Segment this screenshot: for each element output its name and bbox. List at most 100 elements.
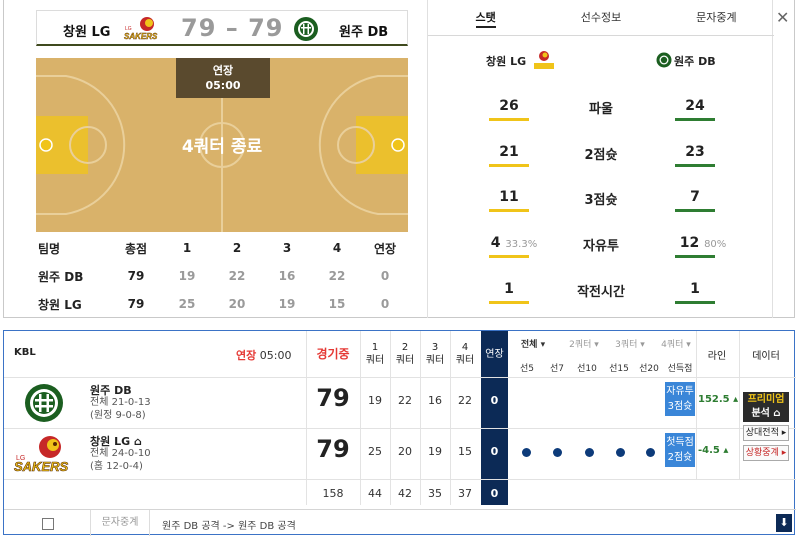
first5-dot (522, 448, 531, 457)
tab-stats[interactable]: 스탯 (428, 0, 543, 35)
head-to-head-button[interactable]: 상대전적 ▸ (743, 425, 789, 441)
q1-total: 44 (368, 487, 382, 500)
away-ft-made: 12 (679, 235, 700, 251)
table-header-row: 팀명 총점 1 2 3 4 연장 (36, 234, 408, 262)
premium-analysis-button[interactable]: 프리미엄 분석 ⌂ (743, 392, 789, 422)
first15-dot (616, 448, 625, 457)
filter-q3-dropdown[interactable]: 3쿼터 ▾ (610, 337, 650, 350)
tab-text-live[interactable]: 문자중계 (659, 0, 774, 35)
row-q4: 22 (328, 269, 346, 283)
text-live-tab[interactable]: 문자중계 (90, 510, 150, 536)
sub-header-first5: 선5 (519, 364, 534, 374)
totals-row: 158 44 42 35 37 0 (4, 479, 796, 506)
quarter-header-4: 4 쿼터 (455, 342, 475, 366)
sub-header-first-score: 선득점 (667, 364, 693, 374)
compare-row-timeouts: 1 작전시간 1 (428, 279, 774, 309)
row-q3: 19 (278, 297, 296, 311)
home-bar (489, 255, 529, 258)
lg-sakers-logo-icon (534, 51, 554, 69)
tab-player-info[interactable]: 선수정보 (543, 0, 658, 35)
quarter-header-3: 3 쿼터 (425, 342, 445, 366)
basketball-court: 연장 05:00 4쿼터 종료 (36, 58, 408, 232)
q4-total: 37 (458, 487, 472, 500)
team-row-lg: SAKERS LG 창원 LG ⌂ 전체 24-0-10 (홈 12-0-4) … (4, 425, 796, 478)
stats-tabs: 스탯 선수정보 문자중계 (428, 0, 774, 36)
lg-sakers-logo-icon: SAKERS LG (14, 436, 69, 474)
home-value: 11 (499, 189, 519, 205)
away-bar (675, 301, 715, 304)
home-bar (489, 301, 529, 304)
home-bar (489, 118, 529, 121)
quarter-header-2: 2 쿼터 (395, 342, 415, 366)
overtime-label: 연장 (212, 64, 234, 77)
team-total: 79 (316, 384, 350, 412)
row-q1: 25 (178, 297, 196, 311)
stat-label: 자유투 (583, 239, 619, 254)
filter-all-dropdown[interactable]: 전체 ▾ (516, 337, 550, 350)
quarter-score-table: 팀명 총점 1 2 3 4 연장 원주 DB 79 19 22 16 22 0 … (36, 234, 408, 318)
home-value: 26 (499, 98, 519, 114)
db-promy-logo-icon (25, 384, 63, 422)
stat-label: 3점슛 (584, 193, 618, 208)
sub-header-first10: 선10 (577, 364, 597, 374)
away-value: 1 (690, 281, 700, 297)
stat-label: 작전시간 (577, 285, 625, 300)
quarter-header-1: 1 쿼터 (365, 342, 385, 366)
q3-score: 16 (428, 394, 442, 407)
first7-dot (553, 448, 562, 457)
compare-away-name: 원주 DB (674, 55, 716, 68)
first10-dot (585, 448, 594, 457)
sub-header-first15: 선15 (609, 364, 629, 374)
overtime-clock: 연장 05:00 (176, 58, 270, 98)
db-promy-logo-icon (656, 52, 672, 68)
game-period-status: 4쿼터 종료 (181, 137, 263, 157)
home-bar (489, 209, 529, 212)
away-bar (675, 164, 715, 167)
row-total: 79 (127, 297, 145, 311)
q2-score: 20 (398, 445, 412, 458)
data-header: 데이터 (752, 351, 780, 362)
table-row: 창원 LG 79 25 20 19 15 0 (36, 290, 408, 318)
tab-stats-label: 스탯 (475, 11, 496, 28)
team-row-db: 원주 DB 전체 21-0-13 (원정 9-0-8) 79 19 22 16 … (4, 377, 796, 427)
row-q2: 22 (228, 269, 246, 283)
row-total: 79 (127, 269, 145, 283)
analysis-label: 분석 ⌂ (751, 408, 781, 419)
live-situation-button[interactable]: 상황중계 ▸ (743, 445, 789, 461)
first20-dot (646, 448, 655, 457)
home-value: 1 (504, 281, 514, 297)
home-bar (489, 164, 529, 167)
ot-total: 0 (490, 487, 499, 500)
header-q4: 4 (332, 241, 342, 255)
header-total: 총점 (124, 241, 148, 256)
first-score-badge: 자유투 3점슛 (665, 382, 695, 416)
away-bar (675, 118, 715, 121)
stat-label: 2점슛 (584, 148, 618, 163)
away-value: 7 (690, 189, 700, 205)
scroll-down-icon[interactable]: ⬇ (776, 514, 792, 532)
filter-q4-dropdown[interactable]: 4쿼터 ▾ (656, 337, 696, 350)
row-team: 원주 DB (38, 269, 84, 284)
text-live-bar: 문자중계 원주 DB 공격 -> 원주 DB 공격 ⬇ (4, 509, 796, 536)
row-q2: 20 (228, 297, 246, 311)
header-q1: 1 (182, 241, 192, 255)
close-icon[interactable]: ✕ (776, 8, 789, 27)
away-value: 12 80% (668, 235, 738, 251)
row-ot: 0 (380, 269, 390, 283)
table-row: 원주 DB 79 19 22 16 22 0 (36, 262, 408, 290)
board-overtime-status: 연장 05:00 (236, 347, 291, 363)
filter-q2-dropdown[interactable]: 2쿼터 ▾ (564, 337, 604, 350)
league-label: KBL (14, 347, 36, 358)
db-promy-logo-icon (294, 17, 318, 41)
away-team-name: 원주 DB (339, 25, 389, 40)
overtime-header: 연장 (485, 349, 504, 360)
q2-total: 42 (398, 487, 412, 500)
scoreboard-panel: 창원 LG SAKERS LG 79 – 79 원주 DB 연장 05:00 4… (36, 10, 408, 312)
match-board: KBL 연장 05:00 경기중 1 쿼터 2 쿼터 3 쿼터 4 쿼터 연장 … (3, 330, 796, 536)
header-ot: 연장 (373, 241, 397, 256)
team-record: 전체 24-0-10 (홈 12-0-4) (90, 447, 151, 473)
combined-total: 158 (322, 487, 344, 500)
home-value: 4 33.3% (474, 235, 554, 251)
select-checkbox[interactable] (42, 518, 54, 530)
first-score-badge: 첫득점 2점슛 (665, 433, 695, 467)
